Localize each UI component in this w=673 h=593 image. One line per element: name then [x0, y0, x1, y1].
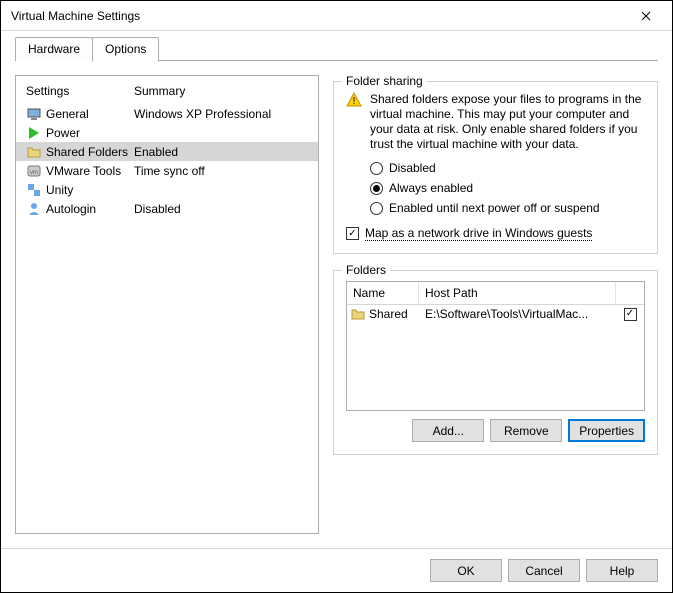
radio-enabled-until[interactable]: Enabled until next power off or suspend [370, 198, 645, 218]
radio-icon [370, 162, 383, 175]
unity-icon [26, 182, 42, 198]
warning-icon: ! [346, 92, 362, 108]
list-item[interactable]: General Windows XP Professional [16, 104, 318, 123]
close-button[interactable] [626, 2, 666, 30]
svg-text:vm: vm [30, 170, 38, 176]
list-item[interactable]: Shared Folders Enabled [16, 142, 318, 161]
column-headers: Settings Summary [16, 76, 318, 104]
list-item[interactable]: Autologin Disabled [16, 199, 318, 218]
radio-icon [370, 182, 383, 195]
cancel-button[interactable]: Cancel [508, 559, 580, 582]
remove-button[interactable]: Remove [490, 419, 562, 442]
folder-sharing-group: Folder sharing ! Shared folders expose y… [333, 81, 658, 254]
tab-strip: Hardware Options [1, 31, 672, 61]
dialog-footer: OK Cancel Help [1, 548, 672, 592]
ok-button[interactable]: OK [430, 559, 502, 582]
settings-list: General Windows XP Professional Power Sh… [16, 104, 318, 533]
properties-button[interactable]: Properties [568, 419, 645, 442]
header-host-path[interactable]: Host Path [419, 282, 616, 304]
add-button[interactable]: Add... [412, 419, 484, 442]
radio-icon [370, 202, 383, 215]
help-button[interactable]: Help [586, 559, 658, 582]
settings-list-panel: Settings Summary General Windows XP Prof… [15, 75, 319, 534]
radio-always-enabled[interactable]: Always enabled [370, 178, 645, 198]
warning-text: Shared folders expose your files to prog… [370, 92, 645, 152]
list-item[interactable]: Unity [16, 180, 318, 199]
play-icon [26, 125, 42, 141]
list-item[interactable]: Power [16, 123, 318, 142]
sharing-radio-group: Disabled Always enabled Enabled until ne… [346, 158, 645, 218]
header-settings: Settings [26, 84, 134, 98]
detail-panel: Folder sharing ! Shared folders expose y… [333, 75, 658, 534]
header-enabled [616, 282, 644, 304]
folder-icon [26, 144, 42, 160]
folders-table: Name Host Path Shared E:\Software\Tools\… [346, 281, 645, 411]
header-summary: Summary [134, 84, 185, 98]
titlebar: Virtual Machine Settings [1, 1, 672, 31]
folders-button-row: Add... Remove Properties [346, 419, 645, 442]
map-drive-label: Map as a network drive in Windows guests [365, 226, 592, 241]
monitor-icon [26, 106, 42, 122]
header-name[interactable]: Name [347, 282, 419, 304]
tab-hardware[interactable]: Hardware [15, 37, 93, 61]
tab-options[interactable]: Options [92, 37, 159, 62]
checkbox-icon: ✓ [346, 227, 359, 240]
svg-text:!: ! [353, 96, 356, 107]
warning-row: ! Shared folders expose your files to pr… [346, 92, 645, 152]
radio-disabled[interactable]: Disabled [370, 158, 645, 178]
folders-table-header: Name Host Path [347, 282, 644, 305]
content-area: Settings Summary General Windows XP Prof… [1, 61, 672, 548]
group-legend: Folder sharing [342, 74, 427, 88]
folders-group: Folders Name Host Path Shared E:\Softwar… [333, 270, 658, 455]
window-title: Virtual Machine Settings [11, 9, 140, 23]
user-icon [26, 201, 42, 217]
map-drive-checkbox[interactable]: ✓ Map as a network drive in Windows gues… [346, 226, 645, 241]
table-row[interactable]: Shared E:\Software\Tools\VirtualMac... ✓ [347, 305, 644, 323]
folder-icon [351, 307, 365, 321]
group-legend: Folders [342, 263, 390, 277]
list-item[interactable]: vm VMware Tools Time sync off [16, 161, 318, 180]
row-enabled-checkbox[interactable]: ✓ [624, 308, 637, 321]
vm-icon: vm [26, 163, 42, 179]
close-icon [641, 11, 651, 21]
